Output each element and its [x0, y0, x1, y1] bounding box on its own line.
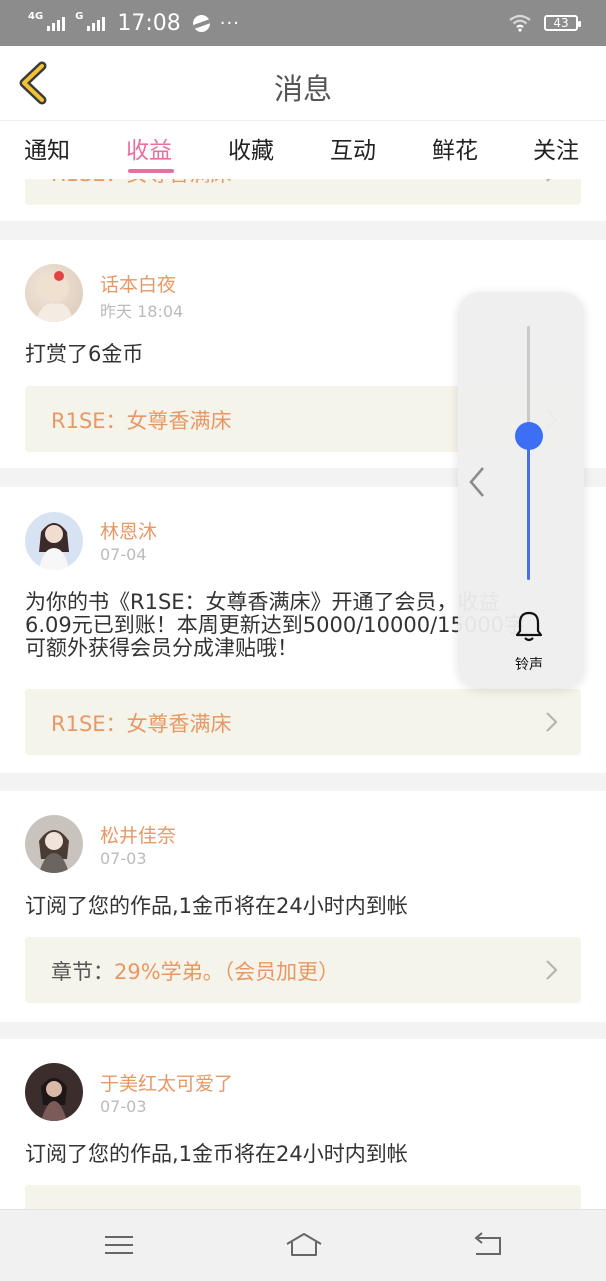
volume-slider-handle[interactable] — [515, 422, 543, 450]
book-link[interactable]: R1SE：女尊香满床 — [25, 179, 581, 205]
chevron-right-icon — [546, 960, 558, 980]
wifi-icon — [509, 14, 531, 32]
signal-icon-2 — [87, 15, 106, 31]
chevron-left-icon[interactable] — [468, 466, 486, 498]
header: 消息 — [0, 46, 606, 121]
message-text: 订阅了您的作品,1金币将在24小时内到帐 — [25, 1142, 408, 1166]
network-label-2: G — [75, 10, 84, 22]
message-text: 订阅了您的作品,1金币将在24小时内到帐 — [25, 894, 408, 918]
message-date: 07-03 — [100, 1097, 147, 1116]
home-icon[interactable] — [284, 1230, 324, 1260]
chapter-link[interactable]: 章节：29%学弟。（会员加更） — [25, 937, 581, 1003]
volume-fill — [527, 436, 530, 580]
chapter-prefix: 章节： — [51, 960, 114, 984]
battery-level: 43 — [553, 16, 569, 30]
list-item: 松井佳奈 07-03 订阅了您的作品,1金币将在24小时内到帐 章节：29%学弟… — [0, 791, 606, 1022]
page-title: 消息 — [273, 72, 332, 106]
chapter-title: 29%学弟。（会员加更） — [114, 960, 340, 984]
message-date: 昨天 18:04 — [100, 302, 184, 321]
active-tab-indicator — [128, 169, 174, 173]
book-link[interactable] — [25, 1185, 581, 1209]
avatar[interactable] — [25, 512, 83, 570]
tab-following[interactable]: 关注 — [533, 131, 579, 165]
avatar[interactable] — [25, 1063, 83, 1121]
tab-favorites[interactable]: 收藏 — [228, 131, 274, 165]
book-link[interactable]: R1SE：女尊香满床 — [25, 689, 581, 755]
list-item: 于美红太可爱了 07-03 订阅了您的作品,1金币将在24小时内到帐 — [0, 1039, 606, 1209]
chevron-right-icon — [546, 712, 558, 732]
system-nav-bar — [0, 1209, 606, 1281]
message-date: 07-03 — [100, 849, 147, 868]
list-item: R1SE：女尊香满床 — [0, 179, 606, 221]
chevron-right-icon — [546, 179, 551, 182]
book-title: R1SE：女尊香满床 — [51, 712, 232, 736]
tab-earnings[interactable]: 收益 — [126, 131, 172, 165]
volume-panel: 铃声 — [458, 292, 584, 688]
network-label: 4G — [28, 10, 44, 22]
clock: 17:08 — [117, 10, 181, 36]
tab-notifications[interactable]: 通知 — [24, 131, 70, 165]
book-title: R1SE：女尊香满床 — [51, 409, 232, 433]
sender-name[interactable]: 话本白夜 — [100, 270, 176, 297]
avatar[interactable] — [25, 264, 83, 322]
menu-icon[interactable] — [102, 1230, 136, 1260]
tab-bar: 通知 收益 收藏 互动 鲜花 关注 — [0, 121, 606, 179]
book-title: R1SE：女尊香满床 — [51, 179, 232, 188]
battery-icon: 43 — [544, 15, 581, 31]
status-bar: 4G G 17:08 ··· 43 — [0, 0, 606, 46]
app-notification-icon — [192, 14, 210, 32]
signal-icon — [47, 15, 66, 31]
avatar[interactable] — [25, 815, 83, 873]
tab-flowers[interactable]: 鲜花 — [432, 131, 478, 165]
sender-name[interactable]: 松井佳奈 — [100, 821, 176, 848]
sender-name[interactable]: 于美红太可爱了 — [100, 1069, 233, 1096]
volume-label: 铃声 — [515, 657, 543, 673]
chapter-info: 章节：29%学弟。（会员加更） — [51, 956, 339, 986]
sender-name[interactable]: 林恩沐 — [100, 517, 157, 544]
back-nav-icon[interactable] — [470, 1230, 504, 1260]
message-date: 07-04 — [100, 545, 147, 564]
bell-icon[interactable] — [515, 610, 543, 642]
tab-interactions[interactable]: 互动 — [330, 131, 376, 165]
more-notifications-icon: ··· — [219, 12, 240, 34]
